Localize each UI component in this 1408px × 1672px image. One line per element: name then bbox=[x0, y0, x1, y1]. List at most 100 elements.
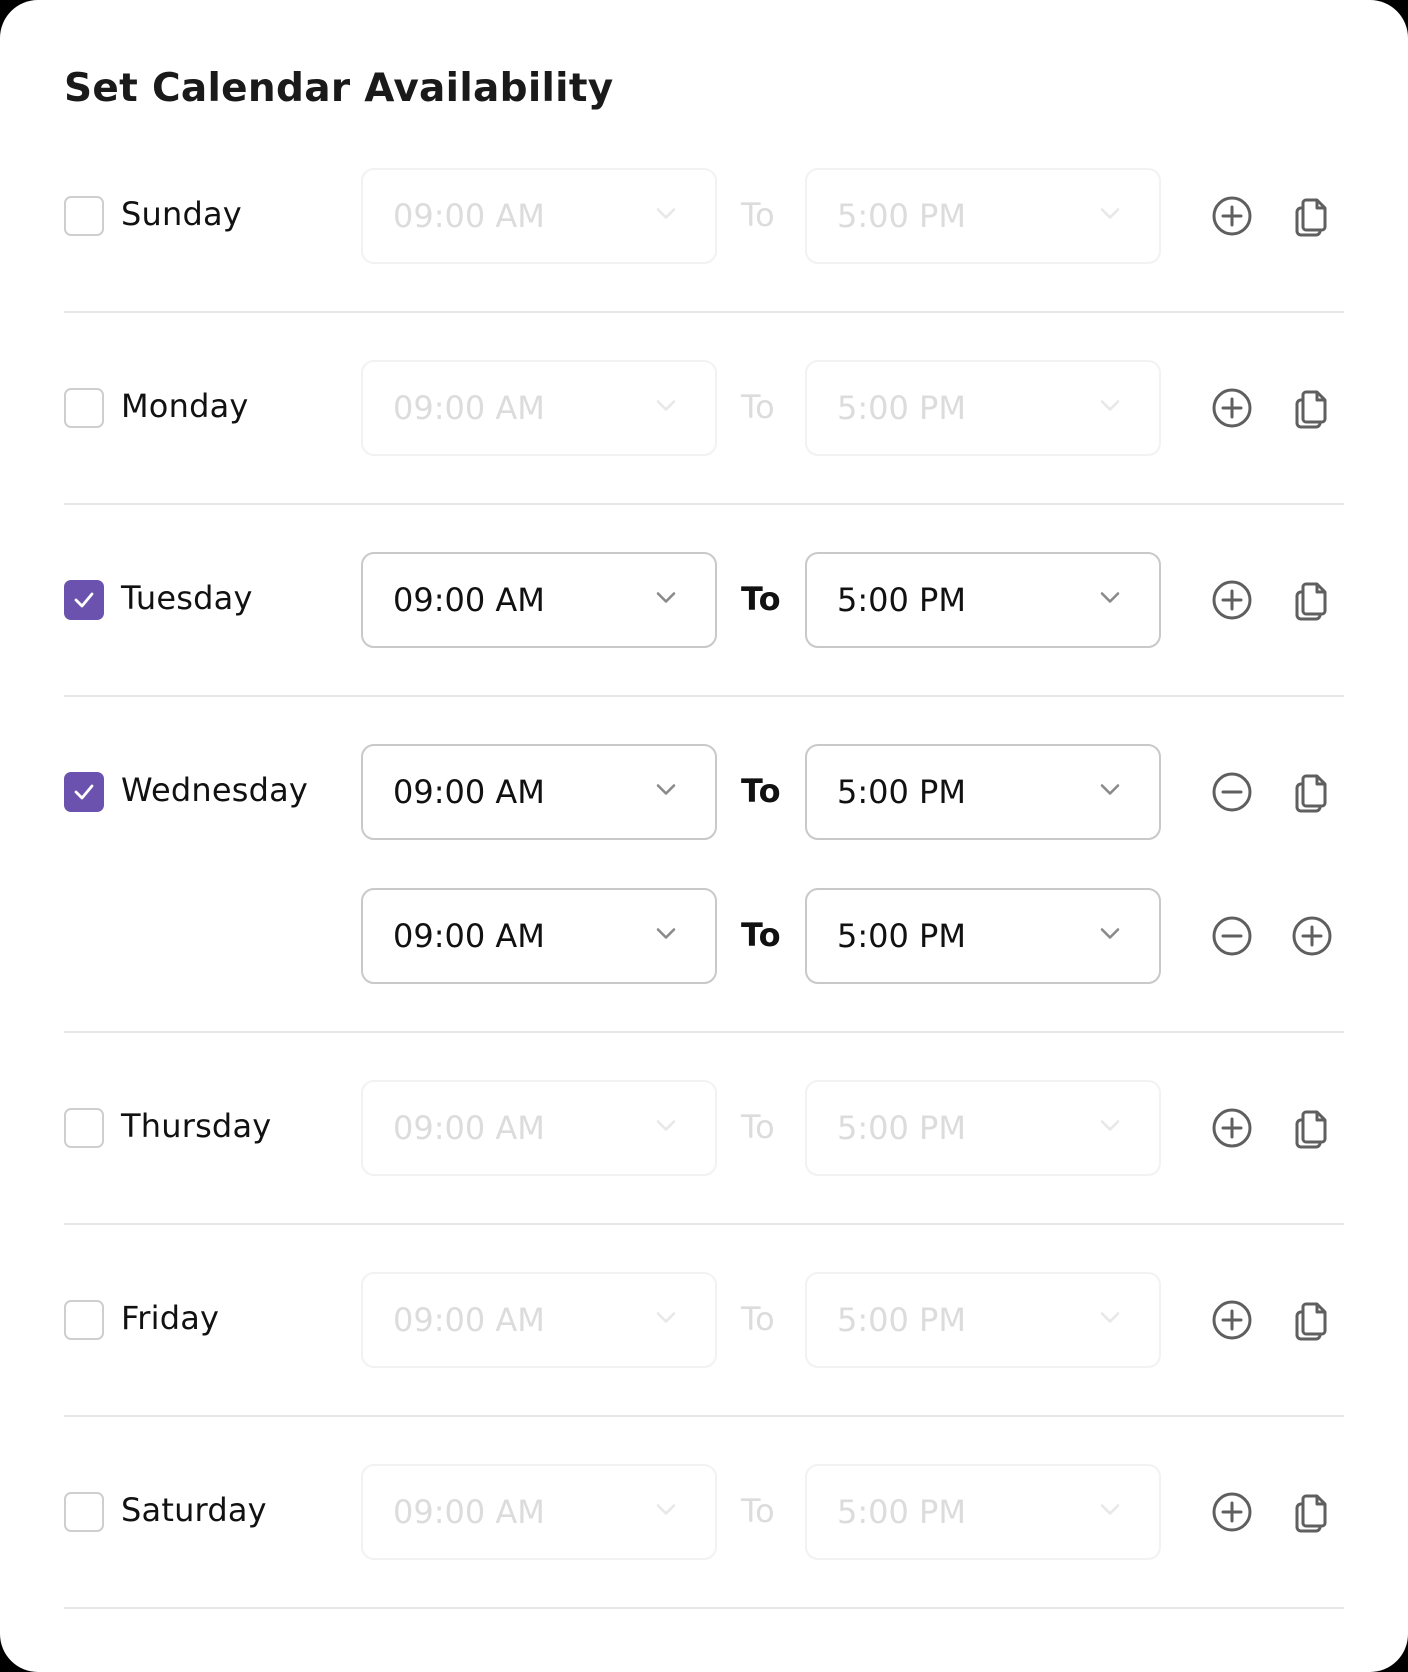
copy-times-button[interactable] bbox=[1290, 1490, 1334, 1534]
chevron-down-icon bbox=[655, 207, 677, 226]
day-label-monday: Monday bbox=[121, 387, 249, 425]
to-label: To bbox=[741, 1108, 775, 1146]
add-slot-button[interactable] bbox=[1210, 1490, 1254, 1534]
day-label-friday: Friday bbox=[121, 1299, 220, 1337]
add-icon bbox=[1210, 386, 1254, 430]
end-time-select[interactable]: 5:00 PM bbox=[805, 552, 1161, 648]
end-time-value: 5:00 PM bbox=[837, 389, 966, 427]
remove-slot-button[interactable] bbox=[1210, 770, 1254, 814]
day-label-saturday: Saturday bbox=[121, 1491, 267, 1529]
end-time-select[interactable]: 5:00 PM bbox=[805, 888, 1161, 984]
start-time-value: 09:00 AM bbox=[393, 197, 545, 235]
copy-times-button[interactable] bbox=[1290, 578, 1334, 622]
day-label-thursday: Thursday bbox=[121, 1107, 272, 1145]
start-time-select[interactable]: 09:00 AM bbox=[361, 1272, 717, 1368]
add-slot-button[interactable] bbox=[1210, 1298, 1254, 1342]
checkbox-thursday[interactable] bbox=[64, 1108, 104, 1148]
add-icon bbox=[1210, 1298, 1254, 1342]
chevron-down-icon bbox=[1099, 207, 1121, 226]
checkbox-wednesday[interactable] bbox=[64, 772, 104, 812]
start-time-select[interactable]: 09:00 AM bbox=[361, 168, 717, 264]
chevron-down-icon bbox=[655, 783, 677, 802]
day-label-sunday: Sunday bbox=[121, 195, 242, 233]
row-divider bbox=[64, 503, 1344, 505]
copy-icon bbox=[1290, 1298, 1334, 1342]
chevron-down-icon bbox=[1099, 927, 1121, 946]
day-label-wednesday: Wednesday bbox=[121, 771, 309, 809]
end-time-value: 5:00 PM bbox=[837, 1301, 966, 1339]
chevron-down-icon bbox=[655, 927, 677, 946]
copy-times-button[interactable] bbox=[1290, 1106, 1334, 1150]
to-label: To bbox=[741, 772, 781, 810]
chevron-down-icon bbox=[1099, 591, 1121, 610]
start-time-select[interactable]: 09:00 AM bbox=[361, 744, 717, 840]
chevron-down-icon bbox=[655, 399, 677, 418]
to-label: To bbox=[741, 196, 775, 234]
end-time-select[interactable]: 5:00 PM bbox=[805, 744, 1161, 840]
end-time-select[interactable]: 5:00 PM bbox=[805, 1272, 1161, 1368]
start-time-value: 09:00 AM bbox=[393, 1493, 545, 1531]
add-slot-button[interactable] bbox=[1290, 914, 1334, 958]
copy-times-button[interactable] bbox=[1290, 386, 1334, 430]
start-time-value: 09:00 AM bbox=[393, 917, 545, 955]
checkbox-saturday[interactable] bbox=[64, 1492, 104, 1532]
start-time-select[interactable]: 09:00 AM bbox=[361, 1080, 717, 1176]
remove-icon bbox=[1210, 914, 1254, 958]
chevron-down-icon bbox=[1099, 1311, 1121, 1330]
copy-times-button[interactable] bbox=[1290, 1298, 1334, 1342]
end-time-select[interactable]: 5:00 PM bbox=[805, 1464, 1161, 1560]
start-time-select[interactable]: 09:00 AM bbox=[361, 552, 717, 648]
page-title: Set Calendar Availability bbox=[64, 66, 614, 111]
to-label: To bbox=[741, 580, 781, 618]
start-time-select[interactable]: 09:00 AM bbox=[361, 888, 717, 984]
chevron-down-icon bbox=[655, 1503, 677, 1522]
copy-icon bbox=[1290, 770, 1334, 814]
add-slot-button[interactable] bbox=[1210, 386, 1254, 430]
add-icon bbox=[1210, 578, 1254, 622]
copy-times-button[interactable] bbox=[1290, 194, 1334, 238]
start-time-value: 09:00 AM bbox=[393, 1109, 545, 1147]
add-slot-button[interactable] bbox=[1210, 578, 1254, 622]
day-label-tuesday: Tuesday bbox=[121, 579, 253, 617]
chevron-down-icon bbox=[1099, 399, 1121, 418]
end-time-select[interactable]: 5:00 PM bbox=[805, 168, 1161, 264]
copy-icon bbox=[1290, 578, 1334, 622]
checkbox-sunday[interactable] bbox=[64, 196, 104, 236]
row-divider bbox=[64, 1607, 1344, 1609]
remove-slot-button[interactable] bbox=[1210, 914, 1254, 958]
row-divider bbox=[64, 695, 1344, 697]
chevron-down-icon bbox=[1099, 783, 1121, 802]
add-icon bbox=[1210, 1490, 1254, 1534]
start-time-select[interactable]: 09:00 AM bbox=[361, 360, 717, 456]
add-icon bbox=[1290, 914, 1334, 958]
checkbox-friday[interactable] bbox=[64, 1300, 104, 1340]
end-time-select[interactable]: 5:00 PM bbox=[805, 1080, 1161, 1176]
checkbox-tuesday[interactable] bbox=[64, 580, 104, 620]
add-icon bbox=[1210, 194, 1254, 238]
end-time-value: 5:00 PM bbox=[837, 917, 966, 955]
start-time-select[interactable]: 09:00 AM bbox=[361, 1464, 717, 1560]
row-divider bbox=[64, 311, 1344, 313]
copy-times-button[interactable] bbox=[1290, 770, 1334, 814]
row-divider bbox=[64, 1031, 1344, 1033]
to-label: To bbox=[741, 1300, 775, 1338]
end-time-select[interactable]: 5:00 PM bbox=[805, 360, 1161, 456]
end-time-value: 5:00 PM bbox=[837, 1493, 966, 1531]
row-divider bbox=[64, 1415, 1344, 1417]
availability-card: Set Calendar Availability Sunday 09:00 AM… bbox=[0, 0, 1408, 1672]
add-slot-button[interactable] bbox=[1210, 194, 1254, 238]
copy-icon bbox=[1290, 386, 1334, 430]
end-time-value: 5:00 PM bbox=[837, 197, 966, 235]
end-time-value: 5:00 PM bbox=[837, 773, 966, 811]
row-divider bbox=[64, 1223, 1344, 1225]
chevron-down-icon bbox=[1099, 1119, 1121, 1138]
end-time-value: 5:00 PM bbox=[837, 581, 966, 619]
start-time-value: 09:00 AM bbox=[393, 1301, 545, 1339]
start-time-value: 09:00 AM bbox=[393, 773, 545, 811]
copy-icon bbox=[1290, 194, 1334, 238]
chevron-down-icon bbox=[655, 591, 677, 610]
copy-icon bbox=[1290, 1490, 1334, 1534]
chevron-down-icon bbox=[655, 1311, 677, 1330]
checkbox-monday[interactable] bbox=[64, 388, 104, 428]
add-slot-button[interactable] bbox=[1210, 1106, 1254, 1150]
